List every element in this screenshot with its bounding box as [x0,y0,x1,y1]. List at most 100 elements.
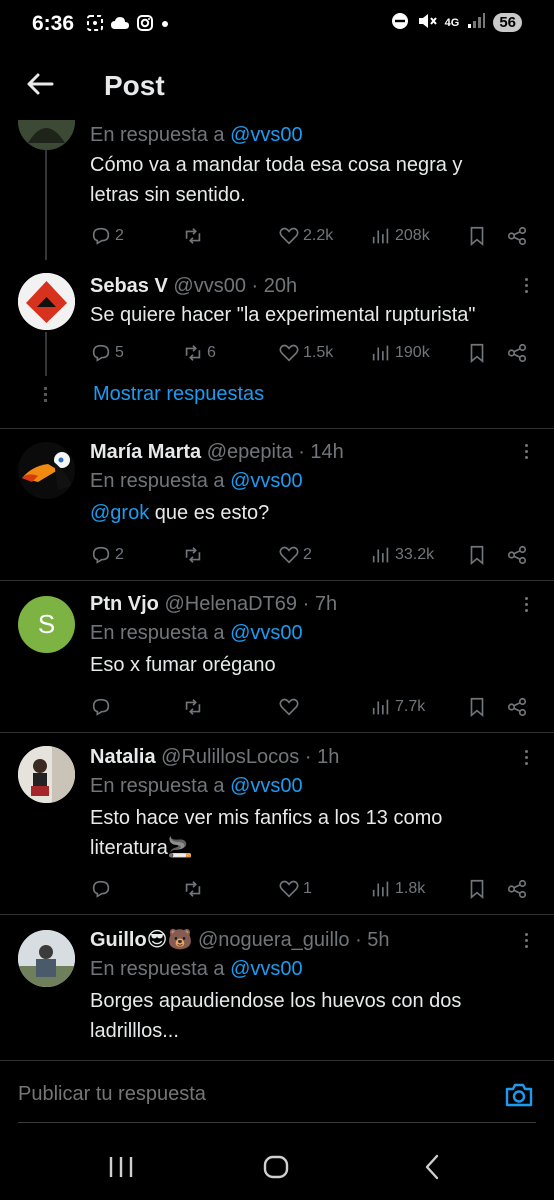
reply-icon [92,227,110,245]
reply-context: En respuesta a @vvs00 [90,124,303,146]
tweet-text: Cómo va a mandar toda esa cosa negra y l… [90,154,463,206]
avatar[interactable] [18,746,75,803]
system-navigation-bar [0,1124,554,1200]
mention-link[interactable]: @vvs00 [230,622,303,644]
tweet-header: Ptn Vjo @HelenaDT69 · 7h [90,592,534,616]
share-button[interactable] [506,225,528,247]
show-replies-link[interactable]: Mostrar respuestas [93,383,264,406]
reply-button[interactable]: 2 [90,544,124,566]
retweet-button[interactable] [182,225,207,247]
reply-button[interactable] [90,696,115,718]
avatar[interactable]: S [18,596,75,653]
back-arrow-icon[interactable] [22,66,62,106]
reply-context: En respuesta a @vvs00 [90,775,303,797]
mention-link[interactable]: @vvs00 [230,470,303,492]
tweet-actions: 7.7k [90,695,530,719]
views-icon [372,881,389,897]
reply-composer [0,1060,554,1124]
reply-context: En respuesta a @vvs00 [90,622,303,644]
page-title: Post [104,70,165,101]
views-icon [372,228,389,244]
retweet-button[interactable] [182,696,207,718]
more-options-icon[interactable] [522,278,530,298]
tweet-text: Eso x fumar orégano [90,654,276,676]
retweet-icon [185,881,201,897]
bookmark-button[interactable] [466,544,488,566]
home-icon[interactable] [261,1152,291,1182]
heart-icon [279,227,299,245]
reply-icon [92,546,110,564]
views-button[interactable]: 190k [370,342,430,364]
heart-icon [279,344,299,362]
like-button[interactable] [278,696,303,718]
display-name[interactable]: María Marta [90,441,201,463]
status-time: 6:36 [32,12,75,35]
divider [0,914,554,915]
avatar[interactable] [18,930,75,987]
retweet-button[interactable] [182,544,207,566]
tweet-text: Borges apaudiendose los huevos con dos l… [90,990,462,1042]
avatar[interactable] [18,273,75,330]
bookmark-button[interactable] [466,696,488,718]
recents-icon[interactable] [106,1152,136,1182]
views-button[interactable]: 33.2k [370,544,434,566]
like-button[interactable]: 1 [278,878,312,900]
retweet-button[interactable]: 6 [182,342,216,364]
avatar[interactable] [18,442,75,499]
back-icon[interactable] [418,1152,448,1182]
tweet-actions: 1 1.8k [90,877,530,901]
bookmark-icon [470,226,484,247]
divider [0,428,554,429]
share-button[interactable] [506,342,528,364]
reply-button[interactable] [90,878,115,900]
reply-input[interactable] [18,1083,478,1106]
views-button[interactable]: 208k [370,225,430,247]
display-name[interactable]: Sebas V [90,275,168,297]
share-icon [507,545,527,565]
share-button[interactable] [506,544,528,566]
retweet-icon [185,345,201,361]
reply-context: En respuesta a @vvs00 [90,470,303,492]
mention-link[interactable]: @vvs00 [230,775,303,797]
tweet-header: María Marta @epepita · 14h [90,440,534,464]
tweet-actions: 2 2.2k 208k [90,224,530,248]
display-name[interactable]: Ptn Vjo [90,593,159,615]
reply-button[interactable]: 2 [90,225,124,247]
like-button[interactable]: 1.5k [278,342,333,364]
display-name[interactable]: Natalia [90,746,156,768]
more-options-icon[interactable] [522,933,530,953]
share-button[interactable] [506,878,528,900]
retweet-icon [185,699,201,715]
more-options-icon[interactable] [522,750,530,770]
handle-time: @epepita · 14h [206,441,344,463]
share-icon [507,697,527,717]
composer-underline [18,1122,536,1123]
display-name[interactable]: Guillo😎🐻 [90,929,192,951]
screenshot-icon [86,14,104,37]
views-button[interactable]: 7.7k [370,696,425,718]
more-options-icon[interactable] [522,444,530,464]
mention-link[interactable]: @grok [90,502,149,524]
signal-icon [467,13,486,32]
divider [0,732,554,733]
top-app-bar: Post [0,50,554,120]
bookmark-icon [470,879,484,900]
thread-connector [45,332,47,376]
reply-icon [92,698,110,716]
share-button[interactable] [506,696,528,718]
like-button[interactable]: 2.2k [278,225,333,247]
reply-button[interactable]: 5 [90,342,124,364]
like-button[interactable]: 2 [278,544,312,566]
views-button[interactable]: 1.8k [370,878,425,900]
retweet-button[interactable] [182,878,207,900]
more-options-icon[interactable] [522,597,530,617]
bookmark-icon [470,343,484,364]
mention-link[interactable]: @vvs00 [230,958,303,980]
bookmark-button[interactable] [466,878,488,900]
tweet-header: Natalia @RulillosLocos · 1h [90,745,534,769]
reply-icon [92,344,110,362]
bookmark-button[interactable] [466,342,488,364]
camera-icon[interactable] [504,1081,534,1109]
mention-link[interactable]: @vvs00 [230,124,303,146]
bookmark-button[interactable] [466,225,488,247]
